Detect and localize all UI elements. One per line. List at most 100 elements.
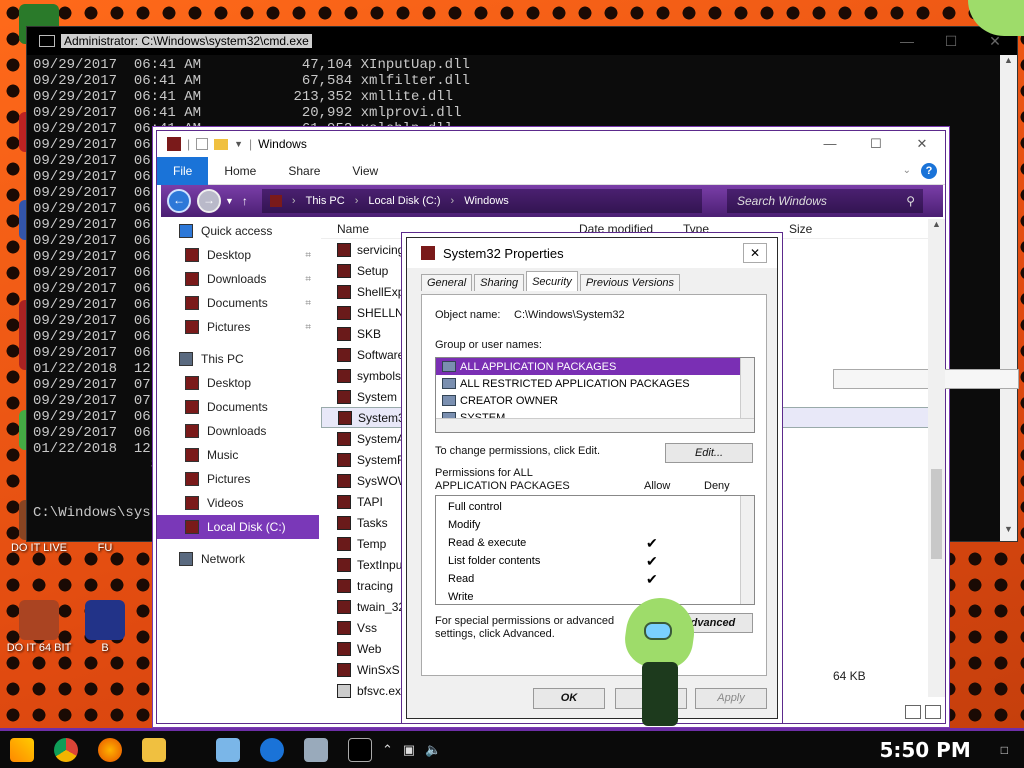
group-row[interactable]: CREATOR OWNER	[436, 392, 754, 409]
tab-sharing[interactable]: Sharing	[474, 274, 525, 291]
nav-item[interactable]: Local Disk (C:)	[157, 515, 319, 539]
navigation-pane[interactable]: Quick access Desktop ⌗ Downloads ⌗ Documents ⌗…	[157, 219, 319, 723]
tab-file[interactable]: File	[157, 156, 209, 185]
nav-item[interactable]: Documents	[157, 395, 319, 419]
tab-general[interactable]: General	[421, 274, 473, 291]
cmd-taskbar-icon[interactable]	[338, 730, 382, 768]
file-name: SKB	[357, 326, 382, 341]
clock[interactable]: 5:50 PM	[879, 738, 970, 762]
tab-home[interactable]: Home	[208, 157, 272, 185]
scroll-down-icon[interactable]: ▼	[1000, 524, 1017, 541]
minimize-button[interactable]: —	[807, 136, 853, 152]
help-icon[interactable]: ?	[921, 162, 937, 179]
column-date-modified[interactable]: Date modified	[579, 222, 683, 236]
properties-dialog[interactable]: System32 Properties ✕ General Sharing Se…	[406, 237, 778, 719]
nav-item[interactable]: Desktop ⌗	[157, 243, 319, 267]
pin-icon[interactable]: ⌗	[305, 274, 311, 285]
desktop-icon[interactable]: B	[70, 600, 140, 654]
up-button[interactable]: ↑	[242, 194, 248, 208]
nav-item[interactable]: Network	[157, 547, 319, 571]
nav-item[interactable]: Documents ⌗	[157, 291, 319, 315]
scroll-up-icon[interactable]: ▲	[1000, 55, 1017, 72]
explorer-titlebar[interactable]: | ▼ | Windows — ☐ ✕	[157, 131, 945, 157]
control-panel-icon[interactable]	[294, 730, 338, 768]
group-name: CREATOR OWNER	[460, 394, 558, 407]
nav-item[interactable]: Music	[157, 443, 319, 467]
apply-button[interactable]: Apply	[695, 688, 767, 709]
network-icon[interactable]: ▣	[403, 742, 415, 758]
group-row[interactable]: ALL APPLICATION PACKAGES	[436, 358, 754, 375]
ok-button[interactable]: OK	[533, 688, 605, 709]
desktop-icon-image	[19, 600, 59, 640]
group-scrollbar[interactable]	[740, 358, 754, 418]
breadcrumb-windows[interactable]: Windows	[464, 195, 509, 207]
firefox-icon[interactable]	[88, 730, 132, 768]
maximize-button[interactable]: ☐	[853, 136, 899, 152]
new-folder-quick-icon[interactable]	[214, 138, 229, 150]
forward-button[interactable]: →	[197, 189, 221, 213]
minimize-button[interactable]: —	[885, 33, 929, 50]
nav-item[interactable]: Downloads	[157, 419, 319, 443]
scroll-up-icon[interactable]: ▲	[928, 219, 945, 229]
start-button[interactable]	[0, 730, 44, 768]
edit-button[interactable]: Edit...	[665, 443, 753, 463]
quick-access-dropdown-icon[interactable]: ▼	[234, 139, 243, 149]
app-icon[interactable]	[206, 730, 250, 768]
permissions-list[interactable]: Full control Modify Read & execute ✔ List fo…	[435, 495, 755, 605]
nav-item[interactable]: Quick access	[157, 219, 319, 243]
permission-name: List folder contents	[448, 555, 541, 567]
search-icon[interactable]: ⚲	[906, 194, 915, 208]
close-button[interactable]: ✕	[899, 136, 945, 152]
dialog-titlebar[interactable]: System32 Properties ✕	[407, 238, 777, 268]
folder-icon	[337, 515, 351, 530]
object-name-value: C:\Windows\System32	[514, 309, 625, 321]
tab-view[interactable]: View	[336, 157, 394, 185]
column-size[interactable]: Size	[789, 222, 812, 236]
edge-icon[interactable]	[250, 730, 294, 768]
chrome-icon[interactable]	[44, 730, 88, 768]
group-hscrollbar[interactable]	[436, 418, 754, 432]
maximize-button[interactable]: ☐	[929, 33, 973, 50]
pin-icon[interactable]: ⌗	[305, 298, 311, 309]
breadcrumb-this-pc[interactable]: This PC	[306, 195, 345, 207]
scroll-thumb[interactable]	[931, 469, 942, 559]
tab-security[interactable]: Security	[526, 271, 578, 291]
cmd-titlebar[interactable]: Administrator: C:\Windows\system32\cmd.e…	[27, 27, 1017, 55]
pin-icon[interactable]: ⌗	[305, 250, 311, 261]
column-type[interactable]: Type	[683, 222, 789, 236]
nav-item[interactable]: Desktop	[157, 371, 319, 395]
column-name[interactable]: Name	[321, 222, 579, 236]
group-row[interactable]: ALL RESTRICTED APPLICATION PACKAGES	[436, 375, 754, 392]
tab-previous-versions[interactable]: Previous Versions	[579, 274, 681, 291]
large-icons-view-icon[interactable]	[925, 705, 941, 719]
close-button[interactable]: ✕	[743, 243, 767, 263]
file-explorer-icon[interactable]	[132, 730, 176, 768]
volume-icon[interactable]: 🔈	[425, 742, 441, 758]
show-hidden-icons-icon[interactable]: ⌃	[382, 742, 393, 758]
expand-ribbon-icon[interactable]: ⌄	[903, 165, 911, 176]
notification-icon[interactable]: □	[1001, 743, 1008, 757]
group-name: ALL RESTRICTED APPLICATION PACKAGES	[460, 377, 690, 390]
pin-icon[interactable]: ⌗	[305, 322, 311, 333]
permissions-scrollbar[interactable]	[740, 496, 754, 604]
nav-item[interactable]: Pictures	[157, 467, 319, 491]
file-list-scrollbar[interactable]: ▲	[928, 219, 945, 697]
nav-item[interactable]: Pictures ⌗	[157, 315, 319, 339]
desktop-icon[interactable]: DO IT 64 BIT	[4, 600, 74, 654]
breadcrumb-local-disk[interactable]: Local Disk (C:)	[368, 195, 440, 207]
address-field[interactable]: › This PC › Local Disk (C:) › Windows	[261, 189, 702, 213]
back-button[interactable]: ←	[167, 189, 191, 213]
properties-quick-icon[interactable]	[196, 138, 209, 150]
cmd-scrollbar[interactable]: ▲ ▼	[1000, 55, 1017, 541]
nav-item[interactable]: This PC	[157, 347, 319, 371]
address-bar: ← → ▼ ↑ › This PC › Local Disk (C:) › Wi…	[161, 185, 943, 217]
nav-item[interactable]: Downloads ⌗	[157, 267, 319, 291]
search-input[interactable]: Search Windows ⚲	[727, 189, 923, 213]
details-view-icon[interactable]	[905, 705, 921, 719]
nav-item[interactable]: Videos	[157, 491, 319, 515]
tab-share[interactable]: Share	[272, 157, 336, 185]
recent-locations-icon[interactable]: ▼	[225, 196, 234, 206]
folder-icon	[337, 452, 351, 467]
allow-check-icon: ✔	[646, 552, 658, 569]
group-listbox[interactable]: ALL APPLICATION PACKAGES ALL RESTRICTED A…	[435, 357, 755, 433]
